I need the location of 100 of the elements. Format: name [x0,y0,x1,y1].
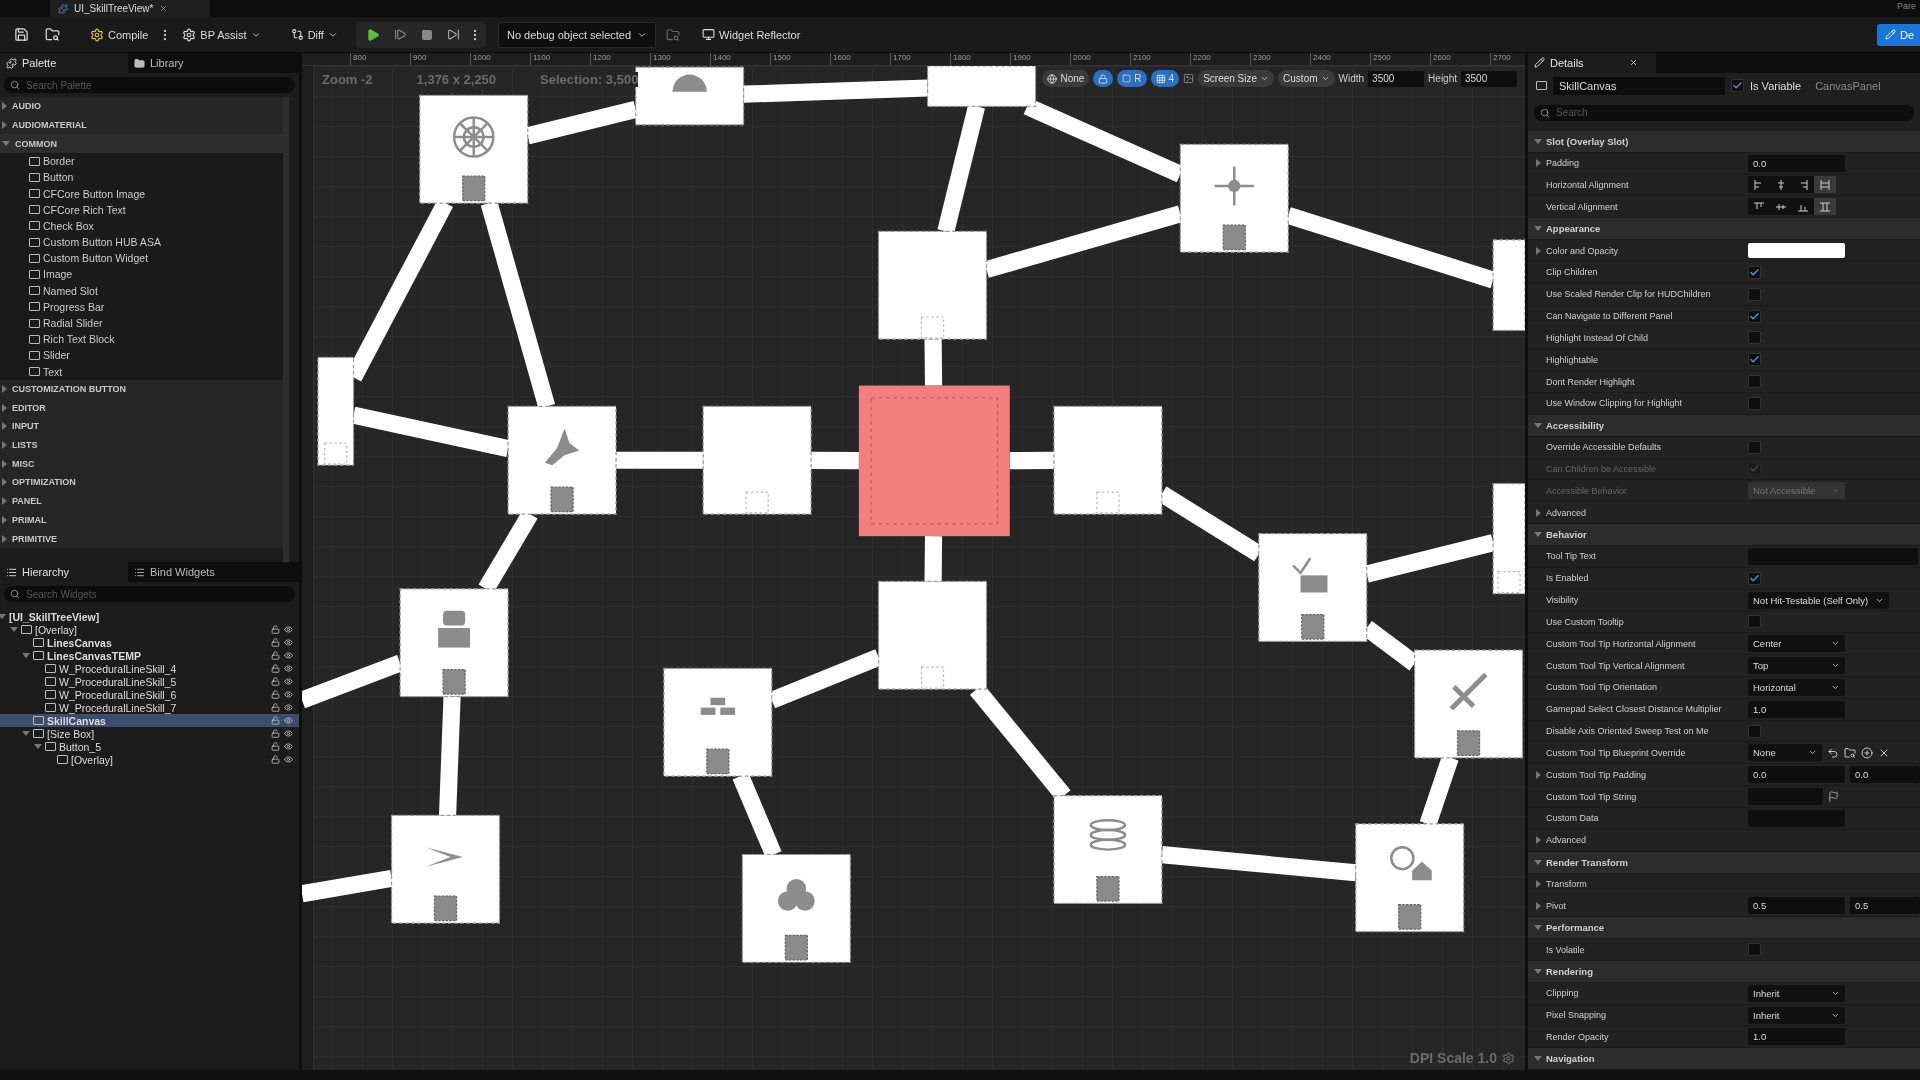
search-input[interactable]: Search Palette [24,78,289,92]
alignment-button[interactable] [1814,198,1836,216]
skill-node[interactable] [858,385,1010,537]
palette-category[interactable]: MISC [0,454,283,474]
unlock-icon[interactable] [271,651,280,660]
dropdown[interactable]: Inherit [1748,1006,1845,1024]
skill-node[interactable] [399,588,509,698]
settings-icon[interactable] [1502,1051,1515,1065]
expand-arrow-icon[interactable] [34,744,42,749]
name-field[interactable]: SkillCanvas [1553,76,1725,95]
skill-node[interactable] [1179,143,1289,253]
expand-arrow-icon[interactable] [22,731,30,736]
locale-button[interactable]: None [1042,70,1090,87]
palette-category[interactable]: PRIMITIVE [0,529,283,548]
search-field[interactable]: Search Widgets [4,586,295,602]
search-field[interactable]: Search [1534,104,1914,121]
unlock-icon[interactable] [271,625,280,634]
visibility-icon[interactable] [284,742,293,751]
unlock-icon[interactable] [271,755,280,764]
tree-item[interactable]: LinesCanvasTEMP [0,649,299,662]
screen-size-dropdown[interactable]: Screen Size [1198,70,1275,87]
close-icon[interactable] [159,4,169,13]
image-icon[interactable] [1183,73,1195,84]
palette-category[interactable]: INPUT [0,417,283,436]
expand-arrow-icon[interactable] [1535,901,1541,910]
tree-item[interactable]: SkillCanvas [0,714,299,727]
expand-arrow-icon[interactable] [1534,968,1542,974]
document-tab[interactable]: UI_SkillTreeView* [50,0,210,17]
expand-arrow-icon[interactable] [1535,508,1541,517]
skill-node[interactable] [877,230,988,340]
dock-tab[interactable]: Bind Widgets [128,562,221,582]
visibility-icon[interactable] [284,755,293,764]
checkbox[interactable] [1748,571,1761,585]
unlock-icon[interactable] [271,638,280,647]
dropdown[interactable]: None [1748,744,1822,762]
browse-icon[interactable] [1844,746,1856,759]
skill-node[interactable] [1355,823,1465,933]
visibility-icon[interactable] [284,638,293,647]
tree-item[interactable]: LinesCanvas [0,636,299,649]
checkbox[interactable] [1748,309,1761,323]
section-header[interactable]: Accessibility [1546,419,1605,431]
expand-arrow-icon[interactable] [1534,859,1542,865]
unlock-icon[interactable] [271,716,280,725]
checkbox[interactable] [1748,943,1761,956]
expand-arrow-icon[interactable] [0,614,6,619]
visibility-icon[interactable] [284,729,293,738]
unlock-icon[interactable] [271,703,280,712]
color-swatch[interactable] [1748,243,1845,258]
tree-item[interactable]: [UI_SkillTreeView] [0,610,299,623]
respect-locks-button[interactable]: R [1117,70,1147,87]
tree-item[interactable]: W_ProceduralLineSkill_7 [0,701,299,714]
unlock-icon[interactable] [271,742,280,751]
checkbox[interactable] [1748,287,1761,301]
grid-snap-button[interactable]: 4 [1150,70,1180,87]
palette-category[interactable]: OPTIMIZATION [0,473,283,492]
palette-category[interactable]: AUDIO [0,97,283,116]
compile-button[interactable]: Compile [84,21,155,48]
expand-arrow-icon[interactable] [1535,836,1541,845]
unlock-icon[interactable] [271,690,280,699]
palette-category[interactable]: EDITOR [0,398,283,418]
section-header[interactable]: Rendering [1546,965,1593,977]
visibility-icon[interactable] [284,703,293,712]
section-header[interactable]: Behavior [1546,528,1587,540]
section-header[interactable]: Appearance [1546,223,1601,235]
value-field[interactable]: 1.0 [1748,1028,1845,1046]
visibility-icon[interactable] [284,664,293,673]
expand-arrow-icon[interactable] [1534,226,1542,232]
skill-node[interactable] [1414,649,1524,759]
skill-node[interactable] [317,356,355,466]
tree-item[interactable]: W_ProceduralLineSkill_6 [0,688,299,701]
dock-tab[interactable]: Palette [0,53,128,73]
value-field[interactable]: 0.0 [1748,766,1845,784]
height-field[interactable]: 3500 [1461,70,1517,87]
skill-node[interactable] [663,667,773,777]
alignment-button[interactable] [1814,176,1836,194]
checkbox[interactable] [1748,375,1761,389]
dock-tab[interactable]: Library [128,53,190,73]
unlock-icon[interactable] [271,729,280,738]
dropdown[interactable]: Top [1748,657,1845,675]
expand-arrow-icon[interactable] [1535,246,1541,255]
checkbox[interactable] [1748,440,1761,454]
tree-item[interactable]: W_ProceduralLineSkill_4 [0,662,299,675]
value-field[interactable]: 0.0 [1748,154,1845,172]
section-header[interactable]: Navigation [1546,1053,1595,1065]
widget-reflector-button[interactable]: Widget Reflector [696,21,807,48]
skill-node[interactable] [702,405,812,515]
dock-tab[interactable]: Hierarchy [0,562,128,582]
checkbox[interactable] [1748,331,1761,345]
search-input[interactable]: Search Widgets [24,587,289,601]
value-field[interactable]: 1.0 [1748,700,1845,718]
skill-node[interactable] [419,94,529,204]
skill-node[interactable] [1492,482,1525,595]
lock-button[interactable] [1093,70,1114,87]
checkbox[interactable] [1731,79,1744,93]
checkbox[interactable] [1748,724,1761,738]
designer-button[interactable]: De [1876,23,1920,46]
expand-arrow-icon[interactable] [1534,422,1542,428]
expand-arrow-icon[interactable] [1534,925,1542,931]
dropdown[interactable]: Center [1748,635,1845,653]
checkbox[interactable] [1748,615,1761,629]
